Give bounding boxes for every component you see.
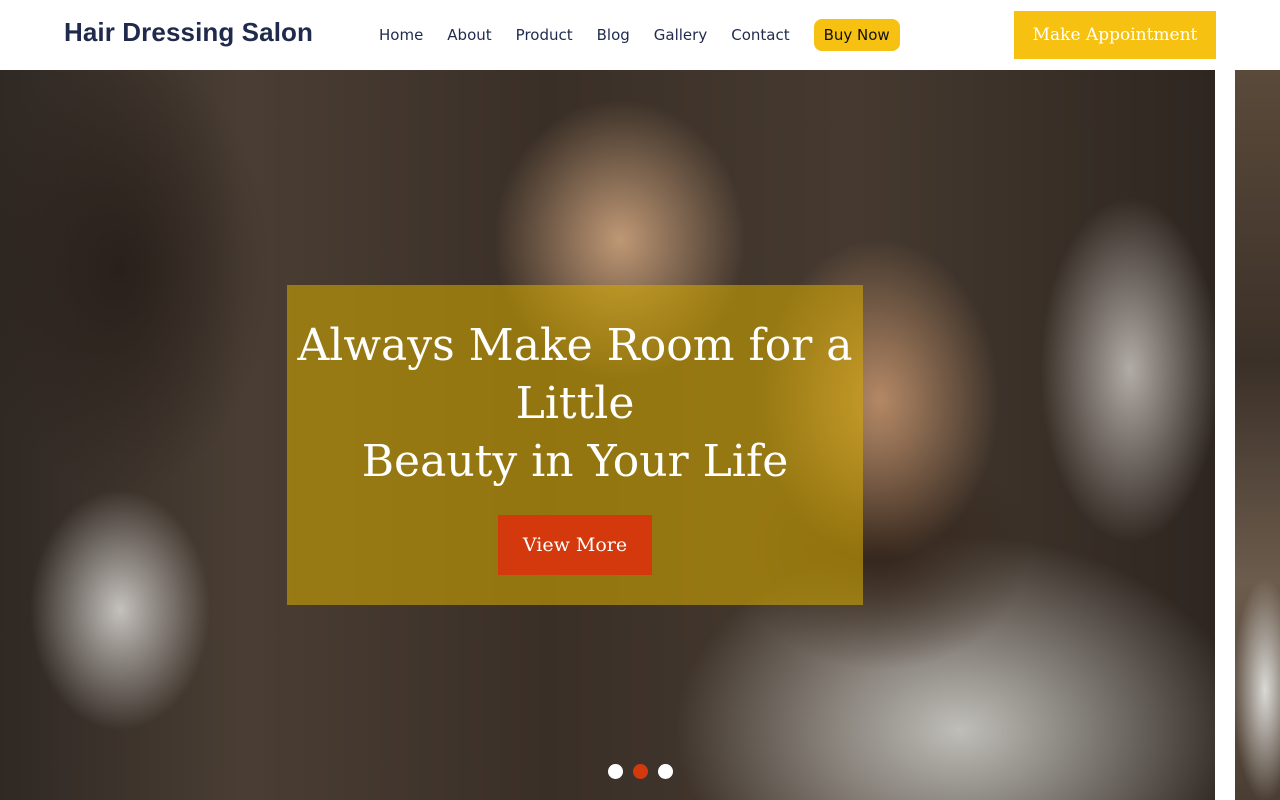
nav-product[interactable]: Product — [516, 26, 573, 44]
hero-title-line: Beauty in Your Life — [361, 436, 789, 487]
slider-dot-3[interactable] — [658, 764, 673, 779]
nav-contact[interactable]: Contact — [731, 26, 789, 44]
buy-now-button[interactable]: Buy Now — [813, 19, 900, 51]
site-logo[interactable]: Hair Dressing Salon — [64, 17, 313, 48]
hero-title: Always Make Room for a Little Beauty in … — [287, 317, 863, 491]
slider-dot-2[interactable] — [633, 764, 648, 779]
slider-dot-1[interactable] — [608, 764, 623, 779]
next-slide-preview — [1235, 70, 1280, 800]
nav-gallery[interactable]: Gallery — [654, 26, 707, 44]
view-more-button[interactable]: View More — [498, 515, 652, 575]
nav-blog[interactable]: Blog — [597, 26, 630, 44]
hero-title-line: Little — [515, 378, 635, 429]
page: Hair Dressing Salon Home About Product B… — [0, 0, 1280, 800]
hero-caption: Always Make Room for a Little Beauty in … — [287, 285, 863, 605]
main-nav: Home About Product Blog Gallery Contact … — [379, 18, 900, 52]
slider-dots — [608, 764, 673, 779]
site-header: Hair Dressing Salon Home About Product B… — [0, 0, 1280, 70]
nav-home[interactable]: Home — [379, 26, 423, 44]
nav-about[interactable]: About — [447, 26, 491, 44]
make-appointment-button[interactable]: Make Appointment — [1014, 11, 1216, 59]
hero-title-line: Always Make Room for a — [297, 320, 853, 371]
